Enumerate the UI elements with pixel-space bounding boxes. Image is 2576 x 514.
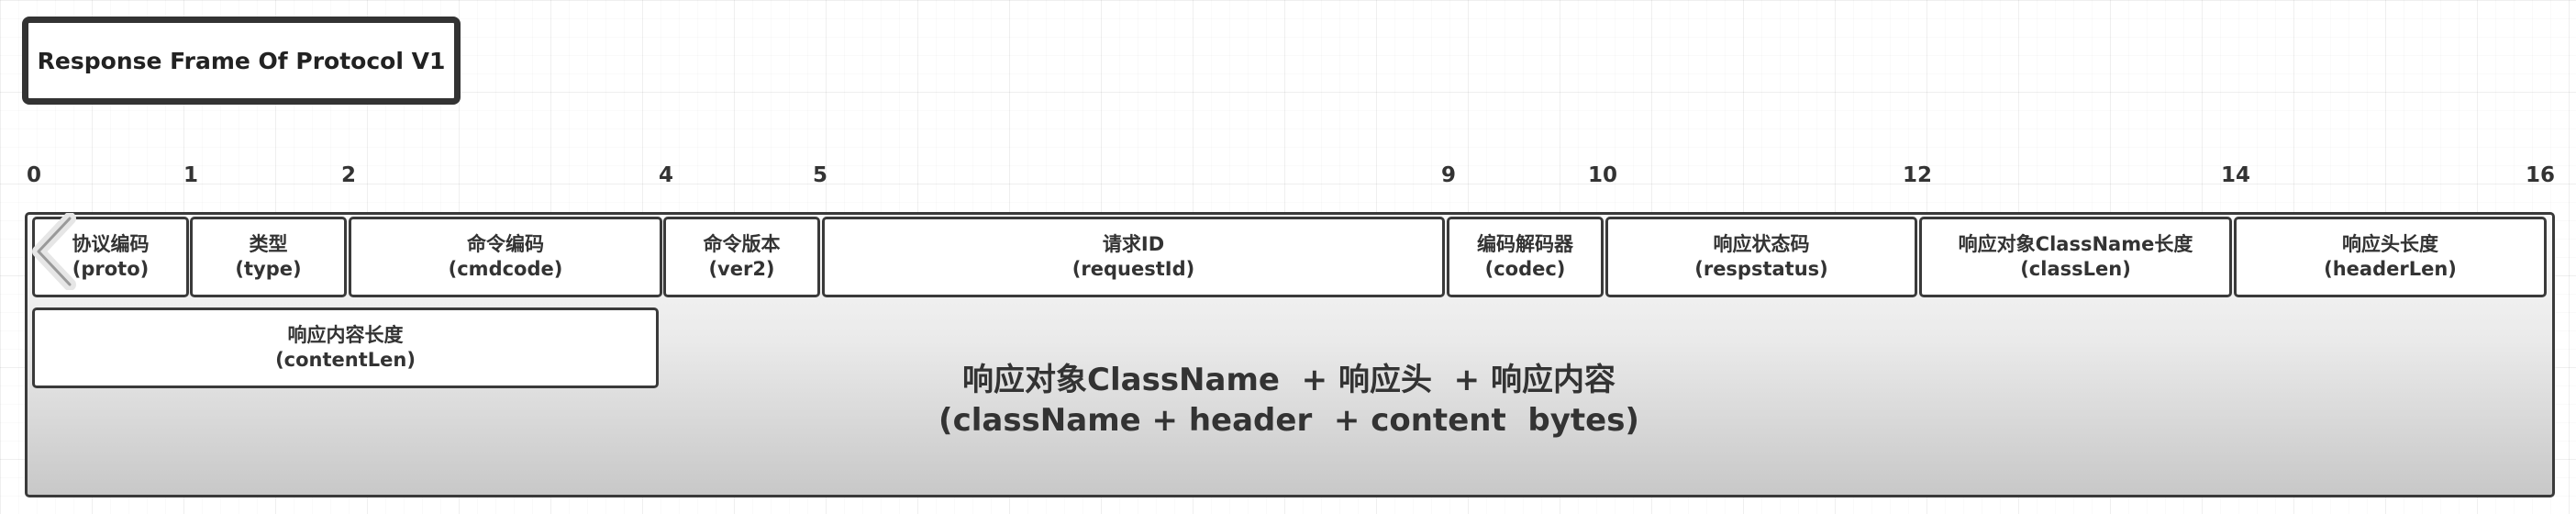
field-name: 命令编码	[467, 233, 544, 255]
field-id: (requestId)	[1071, 258, 1195, 280]
field-id: (type)	[235, 258, 302, 280]
field-name: 响应头长度	[2342, 233, 2438, 255]
diagram-title: Response Frame Of Protocol V1	[37, 47, 446, 74]
chevron-left-icon[interactable]	[28, 213, 79, 290]
field-ver2: 命令版本 (ver2)	[663, 217, 820, 297]
ruler-tick-0: 0	[26, 163, 42, 187]
field-name: 编码解码器	[1477, 233, 1573, 255]
payload-line-1: 响应对象ClassName + 响应头 + 响应内容	[962, 362, 1616, 398]
ruler-tick-16: 16	[2525, 163, 2556, 187]
field-requestid: 请求ID (requestId)	[822, 217, 1445, 297]
ruler-tick-12: 12	[1902, 163, 1933, 187]
ruler-tick-5: 5	[812, 163, 828, 187]
field-id: (ver2)	[708, 258, 775, 280]
payload-line-2: (className + header + content bytes)	[938, 402, 1639, 439]
field-id: (headerLen)	[2324, 258, 2457, 280]
ruler-tick-4: 4	[658, 163, 674, 187]
field-name: 请求ID	[1102, 233, 1165, 255]
field-contentlen: 响应内容长度 (contentLen)	[32, 307, 659, 388]
ruler-tick-2: 2	[340, 163, 357, 187]
ruler-tick-10: 10	[1587, 163, 1618, 187]
field-name: 命令版本	[703, 233, 781, 255]
field-name: 协议编码	[72, 233, 150, 255]
field-respstatus: 响应状态码 (respstatus)	[1605, 217, 1917, 297]
field-name: 响应内容长度	[287, 324, 404, 346]
field-cmdcode: 命令编码 (cmdcode)	[349, 217, 662, 297]
field-classlen: 响应对象ClassName长度 (classLen)	[1919, 217, 2232, 297]
field-name: 响应状态码	[1713, 233, 1810, 255]
field-id: (respstatus)	[1694, 258, 1828, 280]
ruler-tick-9: 9	[1440, 163, 1457, 187]
field-name: 类型	[249, 233, 288, 255]
field-type: 类型 (type)	[190, 217, 347, 297]
field-id: (codec)	[1484, 258, 1566, 280]
payload-description: 响应对象ClassName + 响应头 + 响应内容 (className + h…	[826, 360, 1752, 441]
field-codec: 编码解码器 (codec)	[1447, 217, 1604, 297]
field-id: (contentLen)	[275, 349, 416, 371]
field-name: 响应对象ClassName长度	[1958, 233, 2193, 255]
field-id: (proto)	[72, 258, 150, 280]
field-id: (cmdcode)	[448, 258, 563, 280]
field-headerlen: 响应头长度 (headerLen)	[2234, 217, 2547, 297]
diagram-title-box: Response Frame Of Protocol V1	[22, 17, 461, 105]
ruler-tick-14: 14	[2220, 163, 2251, 187]
ruler-tick-1: 1	[183, 163, 199, 187]
field-id: (classLen)	[2020, 258, 2131, 280]
